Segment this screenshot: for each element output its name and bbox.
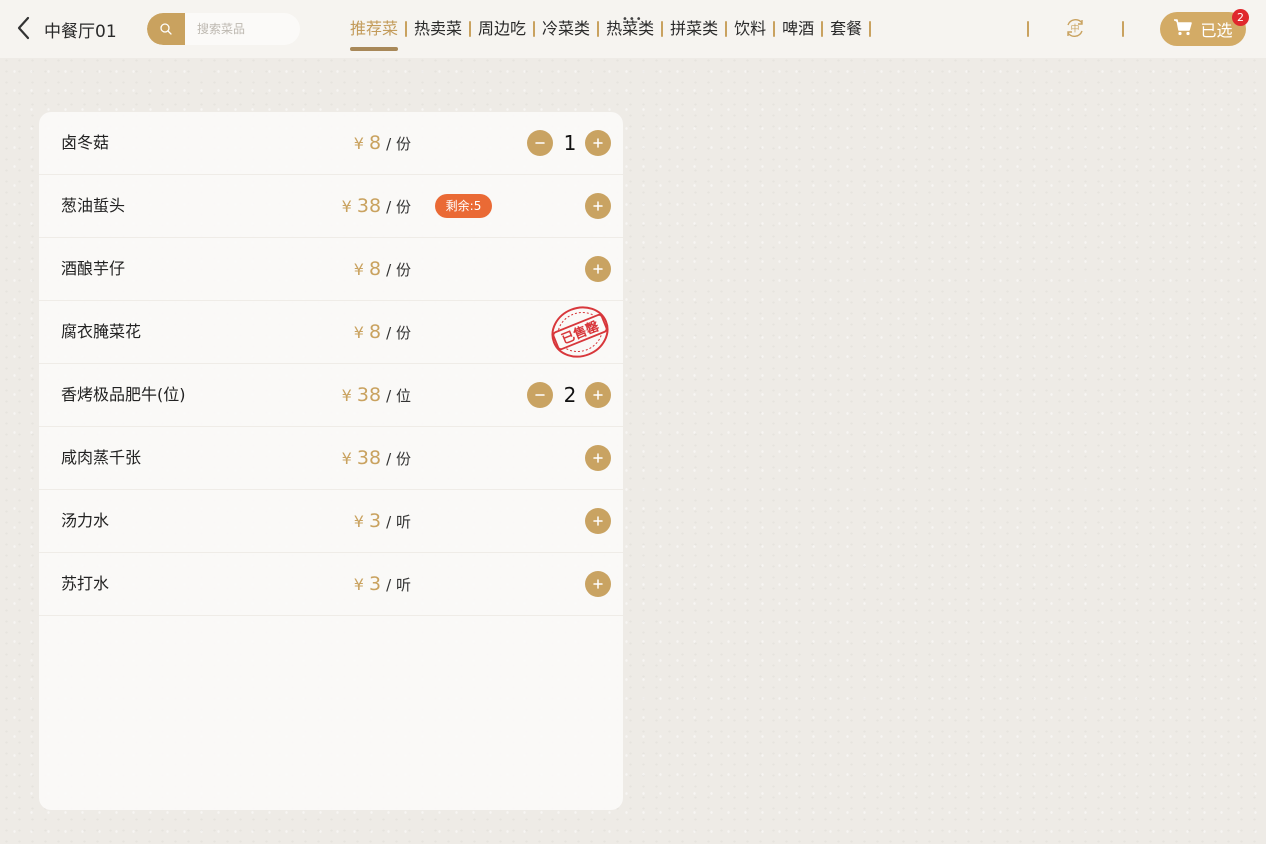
- currency-symbol: ¥: [353, 134, 364, 153]
- dish-row: 酒酿芋仔 ¥ 8 / 份: [39, 238, 623, 301]
- dish-name: 葱油蜇头: [61, 196, 126, 215]
- dish-price: ¥ 3 / 听: [354, 553, 411, 616]
- dish-name: 卤冬菇: [61, 133, 110, 152]
- tab-set-meals[interactable]: 套餐: [823, 0, 869, 58]
- tab-recommended[interactable]: 推荐菜: [343, 0, 405, 58]
- price-amount: 3: [368, 510, 382, 532]
- dish-price: ¥ 38 / 位: [342, 364, 411, 427]
- price-amount: 38: [356, 447, 382, 469]
- price-amount: 38: [356, 384, 382, 406]
- dish-price: ¥ 3 / 听: [354, 490, 411, 553]
- tab-beer[interactable]: 啤酒: [775, 0, 821, 58]
- add-dish-button[interactable]: [585, 508, 611, 534]
- search-input[interactable]: [197, 13, 297, 45]
- tab-nearby[interactable]: 周边吃: [471, 0, 533, 58]
- currency-symbol: ¥: [341, 386, 352, 405]
- currency-symbol: ¥: [353, 260, 364, 279]
- price-unit: / 份: [386, 261, 411, 279]
- dish-name: 腐衣腌菜花: [61, 322, 142, 341]
- dish-price: ¥ 8 / 份: [354, 301, 411, 364]
- price-amount: 8: [368, 258, 382, 280]
- chevron-left-icon: [14, 15, 38, 41]
- price-amount: 3: [368, 573, 382, 595]
- add-dish-button[interactable]: [585, 382, 611, 408]
- decrease-quantity-button[interactable]: [527, 382, 553, 408]
- price-amount: 8: [368, 321, 382, 343]
- dish-row: 汤力水 ¥ 3 / 听: [39, 490, 623, 553]
- toolbar-divider: [1122, 21, 1124, 37]
- tab-platters[interactable]: 拼菜类: [663, 0, 725, 58]
- dish-price: ¥ 38 / 份: [342, 175, 411, 238]
- add-dish-button[interactable]: [585, 130, 611, 156]
- cart-label: 已选: [1200, 21, 1233, 40]
- search-button[interactable]: [147, 13, 185, 45]
- dish-name: 酒酿芋仔: [61, 259, 126, 278]
- price-unit: / 听: [386, 576, 411, 594]
- price-unit: / 份: [386, 198, 411, 216]
- dish-row: 苏打水 ¥ 3 / 听: [39, 553, 623, 616]
- price-unit: / 听: [386, 513, 411, 531]
- currency-symbol: ¥: [341, 197, 352, 216]
- price-unit: / 份: [386, 450, 411, 468]
- price-unit: / 份: [386, 135, 411, 153]
- currency-symbol: ¥: [341, 449, 352, 468]
- tab-hot-dishes[interactable]: 热菜类: [599, 0, 661, 58]
- language-switch-icon: 中: [1064, 19, 1086, 43]
- add-dish-button[interactable]: [585, 256, 611, 282]
- quantity-value: 1: [563, 131, 577, 155]
- top-bar: 中餐厅01 推荐菜 热卖菜 周边吃 冷菜类 热菜类 拼菜类 饮料 啤酒 套餐 •…: [0, 0, 1266, 58]
- tab-hot-sellers[interactable]: 热卖菜: [407, 0, 469, 58]
- tab-divider: [869, 21, 872, 37]
- dish-name: 汤力水: [61, 511, 110, 530]
- dish-price: ¥ 8 / 份: [354, 112, 411, 175]
- price-unit: / 份: [386, 324, 411, 342]
- hall-name: 中餐厅01: [44, 22, 117, 42]
- dish-row: 腐衣腌菜花 ¥ 8 / 份 已售罄: [39, 301, 623, 364]
- dish-list: 卤冬菇 ¥ 8 / 份 1 葱油蜇头 ¥ 38 / 份 剩余:5 酒酿芋仔 ¥: [39, 112, 623, 810]
- dish-row: 香烤极品肥牛(位) ¥ 38 / 位 2: [39, 364, 623, 427]
- dish-row: 卤冬菇 ¥ 8 / 份 1: [39, 112, 623, 175]
- language-glyph: 中: [1070, 23, 1079, 35]
- add-dish-button[interactable]: [585, 193, 611, 219]
- dish-price: ¥ 38 / 份: [342, 427, 411, 490]
- currency-symbol: ¥: [353, 575, 364, 594]
- search-box: [147, 13, 300, 45]
- dish-name: 苏打水: [61, 574, 110, 593]
- tab-cold-dishes[interactable]: 冷菜类: [535, 0, 597, 58]
- cart-count-badge: 2: [1232, 9, 1249, 26]
- price-amount: 8: [368, 132, 382, 154]
- currency-symbol: ¥: [353, 512, 364, 531]
- dish-row: 葱油蜇头 ¥ 38 / 份 剩余:5: [39, 175, 623, 238]
- dish-name: 咸肉蒸千张: [61, 448, 142, 467]
- dish-row: 咸肉蒸千张 ¥ 38 / 份: [39, 427, 623, 490]
- back-button[interactable]: [14, 15, 38, 41]
- toolbar-divider: [1027, 21, 1029, 37]
- add-dish-button[interactable]: [585, 445, 611, 471]
- dish-name: 香烤极品肥牛(位): [61, 385, 186, 404]
- price-unit: / 位: [386, 387, 411, 405]
- dish-price: ¥ 8 / 份: [354, 238, 411, 301]
- quantity-value: 2: [563, 383, 577, 407]
- currency-symbol: ¥: [353, 323, 364, 342]
- category-tabs: 推荐菜 热卖菜 周边吃 冷菜类 热菜类 拼菜类 饮料 啤酒 套餐: [343, 0, 872, 58]
- language-switch-button[interactable]: 中: [1064, 17, 1086, 39]
- tab-drinks[interactable]: 饮料: [727, 0, 773, 58]
- price-amount: 38: [356, 195, 382, 217]
- stock-remaining-badge: 剩余:5: [435, 194, 492, 218]
- more-indicator: •••: [622, 14, 643, 25]
- cart-icon: [1173, 18, 1193, 40]
- add-dish-button[interactable]: [585, 571, 611, 597]
- sold-out-stamp-icon: 已售罄: [549, 305, 611, 359]
- decrease-quantity-button[interactable]: [527, 130, 553, 156]
